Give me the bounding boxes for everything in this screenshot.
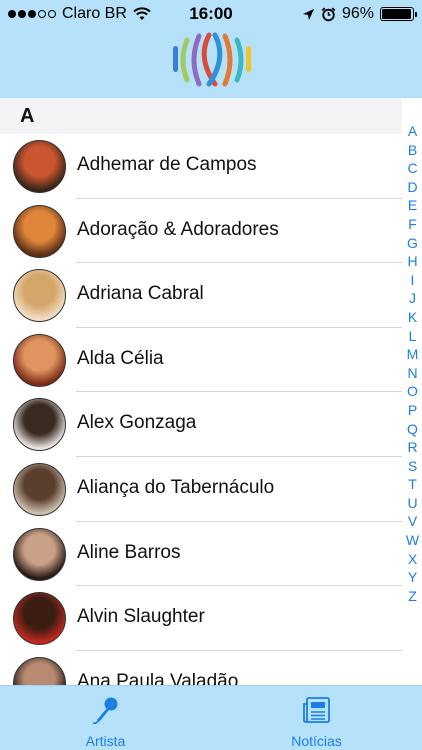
status-right: 96% bbox=[302, 5, 417, 23]
list-item[interactable]: Ana Paula Valadão bbox=[0, 651, 402, 685]
alarm-icon bbox=[321, 7, 336, 21]
index-letter[interactable]: E bbox=[408, 196, 417, 215]
artist-name: Aline Barros bbox=[77, 541, 181, 563]
artist-avatar bbox=[13, 204, 66, 258]
section-header: A bbox=[0, 98, 402, 134]
index-letter[interactable]: G bbox=[407, 234, 418, 253]
artist-name: Adriana Cabral bbox=[77, 283, 204, 305]
index-letter[interactable]: W bbox=[406, 531, 419, 550]
list-item[interactable]: Aline Barros bbox=[0, 522, 402, 587]
index-letter[interactable]: A bbox=[408, 122, 417, 141]
tab-bar: Artista Notícias bbox=[0, 685, 422, 750]
index-letter[interactable]: Z bbox=[408, 587, 417, 606]
index-letter[interactable]: I bbox=[411, 271, 415, 290]
location-arrow-icon bbox=[302, 8, 314, 20]
artist-name: Alvin Slaughter bbox=[77, 606, 205, 628]
section-title: A bbox=[20, 105, 35, 127]
battery-fill bbox=[382, 9, 411, 19]
tab-noticias[interactable]: Notícias bbox=[211, 686, 422, 750]
artist-avatar bbox=[13, 592, 66, 646]
artist-name: Ana Paula Valadão bbox=[77, 670, 239, 685]
artist-list[interactable]: Adhemar de Campos Adoração & Adoradores Ad… bbox=[0, 134, 402, 685]
index-letter[interactable]: X bbox=[408, 550, 417, 569]
app-logo-icon bbox=[173, 32, 251, 87]
list-item[interactable]: Alex Gonzaga bbox=[0, 392, 402, 457]
index-letter[interactable]: O bbox=[407, 382, 418, 401]
status-bar: Claro BR 16:00 96% bbox=[0, 0, 422, 28]
index-letter[interactable]: M bbox=[407, 345, 419, 364]
list-item[interactable]: Adhemar de Campos bbox=[0, 134, 402, 199]
artist-avatar bbox=[13, 527, 66, 581]
index-letter[interactable]: Q bbox=[407, 420, 418, 439]
artist-avatar bbox=[13, 398, 66, 452]
tab-label-artista: Artista bbox=[85, 733, 126, 749]
index-letter[interactable]: J bbox=[409, 289, 416, 308]
microphone-icon bbox=[92, 697, 117, 725]
artist-avatar bbox=[13, 656, 66, 685]
index-letter[interactable]: S bbox=[408, 457, 417, 476]
index-letter[interactable]: U bbox=[407, 494, 417, 513]
list-item[interactable]: Adoração & Adoradores bbox=[0, 199, 402, 264]
artist-avatar bbox=[13, 462, 66, 516]
tab-label-noticias: Notícias bbox=[291, 733, 342, 749]
index-letter[interactable]: T bbox=[408, 475, 417, 494]
battery-percent: 96% bbox=[341, 5, 374, 22]
index-letter[interactable]: N bbox=[407, 364, 417, 383]
battery-icon bbox=[380, 7, 417, 21]
app-header: Claro BR 16:00 96% bbox=[0, 0, 422, 98]
artist-avatar bbox=[13, 269, 66, 323]
list-item[interactable]: Alda Célia bbox=[0, 328, 402, 393]
list-item[interactable]: Adriana Cabral bbox=[0, 263, 402, 328]
index-letter[interactable]: R bbox=[407, 438, 417, 457]
index-letter[interactable]: D bbox=[407, 178, 417, 197]
artist-name: Adhemar de Campos bbox=[77, 154, 257, 175]
index-letter[interactable]: H bbox=[407, 252, 417, 271]
artist-avatar bbox=[13, 140, 66, 193]
index-letter[interactable]: L bbox=[409, 327, 417, 346]
alphabet-index[interactable]: ABCDEFGHIJKLMNOPQRSTUVWXYZ bbox=[403, 122, 422, 605]
artist-name: Adoração & Adoradores bbox=[77, 218, 279, 240]
artist-name: Alda Célia bbox=[77, 347, 164, 369]
newspaper-icon bbox=[302, 697, 330, 723]
index-letter[interactable]: F bbox=[408, 215, 417, 234]
index-letter[interactable]: P bbox=[408, 401, 417, 420]
index-letter[interactable]: V bbox=[408, 512, 417, 531]
tab-artista[interactable]: Artista bbox=[0, 686, 211, 750]
index-letter[interactable]: B bbox=[408, 141, 417, 160]
artist-name: Aliança do Tabernáculo bbox=[77, 476, 275, 498]
artist-avatar bbox=[13, 333, 66, 387]
index-letter[interactable]: C bbox=[407, 159, 417, 178]
index-letter[interactable]: Y bbox=[408, 568, 417, 587]
artist-name: Alex Gonzaga bbox=[77, 412, 197, 434]
list-item[interactable]: Aliança do Tabernáculo bbox=[0, 457, 402, 522]
list-item[interactable]: Alvin Slaughter bbox=[0, 586, 402, 651]
index-letter[interactable]: K bbox=[408, 308, 417, 327]
